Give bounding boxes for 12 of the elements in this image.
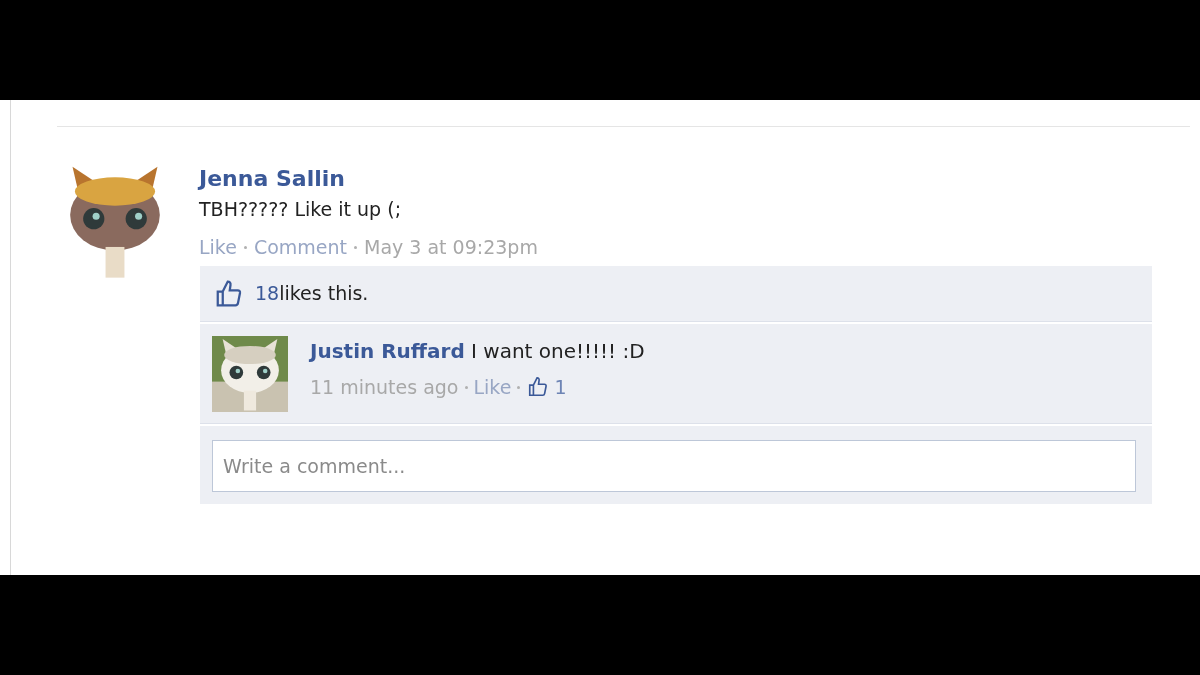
comment-text: I want one!!!!! :D: [471, 339, 645, 363]
likes-summary: 18likes this.: [255, 281, 369, 307]
like-count: 1: [554, 375, 567, 400]
post-text: TBH????? Like it up (;: [199, 197, 403, 222]
comment-time: 11 minutes ago: [310, 375, 459, 400]
post-time: May 3 at 09:23pm: [364, 235, 538, 260]
author-name[interactable]: Jenna Sallin: [199, 164, 1152, 194]
like-link[interactable]: Like: [473, 372, 512, 402]
action-link[interactable]: Like: [199, 232, 237, 262]
commenter-name[interactable]: Justin Ruffard: [310, 339, 465, 363]
action-link[interactable]: Comment: [253, 232, 347, 262]
comment-input[interactable]: Write a comment...: [212, 440, 1136, 492]
